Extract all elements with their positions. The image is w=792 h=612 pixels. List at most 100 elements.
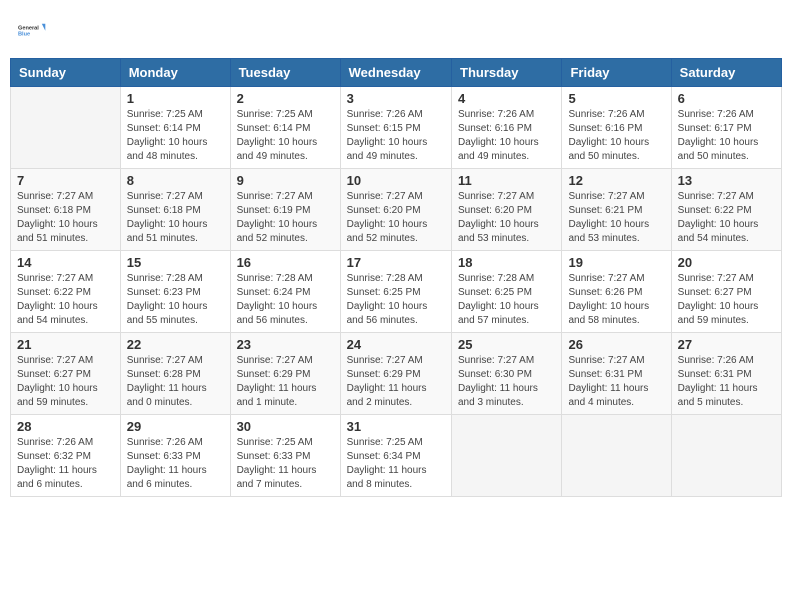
- column-header-monday: Monday: [120, 59, 230, 87]
- day-number: 5: [568, 91, 664, 106]
- column-header-thursday: Thursday: [452, 59, 562, 87]
- calendar-cell: 7Sunrise: 7:27 AM Sunset: 6:18 PM Daylig…: [11, 169, 121, 251]
- calendar-cell: 24 Sunrise: 7:27 AM Sunset: 6:29 PM Dayli…: [340, 333, 451, 415]
- day-number: 10: [347, 173, 445, 188]
- day-info: Sunrise: 7:27 AM Sunset: 6:19 PM Dayligh…: [237, 190, 334, 246]
- day-number: 26: [568, 337, 664, 352]
- calendar-cell: 13Sunrise: 7:27 AM Sunset: 6:22 PM Dayli…: [671, 169, 781, 251]
- day-number: 11: [458, 173, 555, 188]
- calendar-cell: 25 Sunrise: 7:27 AM Sunset: 6:30 PM Dayli…: [452, 333, 562, 415]
- day-number: 24: [347, 337, 445, 352]
- day-number: 31: [347, 419, 445, 434]
- day-info: Sunrise: 7:27 AM Sunset: 6:28 PM Dayligh…: [127, 354, 224, 410]
- day-info: Sunrise: 7:28 AM Sunset: 6:24 PM Dayligh…: [237, 272, 334, 328]
- calendar-body: 1Sunrise: 7:25 AM Sunset: 6:14 PM Daylig…: [11, 87, 782, 497]
- day-info: Sunrise: 7:27 AM Sunset: 6:27 PM Dayligh…: [678, 272, 775, 328]
- calendar-cell: 20 Sunrise: 7:27 AM Sunset: 6:27 PM Dayli…: [671, 251, 781, 333]
- day-info: Sunrise: 7:27 AM Sunset: 6:26 PM Dayligh…: [568, 272, 664, 328]
- day-info: Sunrise: 7:25 AM Sunset: 6:14 PM Dayligh…: [127, 108, 224, 164]
- column-header-tuesday: Tuesday: [230, 59, 340, 87]
- day-number: 17: [347, 255, 445, 270]
- day-number: 25: [458, 337, 555, 352]
- calendar-cell: 28Sunrise: 7:26 AM Sunset: 6:32 PM Dayli…: [11, 415, 121, 497]
- day-info: Sunrise: 7:28 AM Sunset: 6:25 PM Dayligh…: [347, 272, 445, 328]
- day-info: Sunrise: 7:26 AM Sunset: 6:16 PM Dayligh…: [568, 108, 664, 164]
- calendar-cell: 12Sunrise: 7:27 AM Sunset: 6:21 PM Dayli…: [562, 169, 671, 251]
- calendar-cell: [671, 415, 781, 497]
- calendar-cell: 31 Sunrise: 7:25 AM Sunset: 6:34 PM Dayli…: [340, 415, 451, 497]
- day-info: Sunrise: 7:27 AM Sunset: 6:22 PM Dayligh…: [17, 272, 114, 328]
- calendar-cell: [11, 87, 121, 169]
- day-number: 19: [568, 255, 664, 270]
- page-header: GeneralBlue: [10, 10, 782, 50]
- day-number: 9: [237, 173, 334, 188]
- day-number: 21: [17, 337, 114, 352]
- week-row-5: 28Sunrise: 7:26 AM Sunset: 6:32 PM Dayli…: [11, 415, 782, 497]
- day-info: Sunrise: 7:26 AM Sunset: 6:32 PM Dayligh…: [17, 436, 114, 492]
- day-info: Sunrise: 7:26 AM Sunset: 6:16 PM Dayligh…: [458, 108, 555, 164]
- day-info: Sunrise: 7:26 AM Sunset: 6:33 PM Dayligh…: [127, 436, 224, 492]
- calendar-cell: 30 Sunrise: 7:25 AM Sunset: 6:33 PM Dayli…: [230, 415, 340, 497]
- day-number: 4: [458, 91, 555, 106]
- calendar-cell: 29Sunrise: 7:26 AM Sunset: 6:33 PM Dayli…: [120, 415, 230, 497]
- day-info: Sunrise: 7:27 AM Sunset: 6:31 PM Dayligh…: [568, 354, 664, 410]
- week-row-3: 14Sunrise: 7:27 AM Sunset: 6:22 PM Dayli…: [11, 251, 782, 333]
- calendar-cell: 14Sunrise: 7:27 AM Sunset: 6:22 PM Dayli…: [11, 251, 121, 333]
- svg-text:Blue: Blue: [18, 31, 30, 37]
- day-info: Sunrise: 7:27 AM Sunset: 6:27 PM Dayligh…: [17, 354, 114, 410]
- calendar-cell: [562, 415, 671, 497]
- calendar-cell: 9 Sunrise: 7:27 AM Sunset: 6:19 PM Daylig…: [230, 169, 340, 251]
- day-number: 6: [678, 91, 775, 106]
- column-header-wednesday: Wednesday: [340, 59, 451, 87]
- calendar-cell: 6Sunrise: 7:26 AM Sunset: 6:17 PM Daylig…: [671, 87, 781, 169]
- week-row-1: 1Sunrise: 7:25 AM Sunset: 6:14 PM Daylig…: [11, 87, 782, 169]
- day-info: Sunrise: 7:28 AM Sunset: 6:25 PM Dayligh…: [458, 272, 555, 328]
- svg-text:General: General: [18, 25, 39, 31]
- calendar-cell: [452, 415, 562, 497]
- calendar-cell: 22 Sunrise: 7:27 AM Sunset: 6:28 PM Dayli…: [120, 333, 230, 415]
- day-info: Sunrise: 7:28 AM Sunset: 6:23 PM Dayligh…: [127, 272, 224, 328]
- day-number: 30: [237, 419, 334, 434]
- day-number: 3: [347, 91, 445, 106]
- calendar-cell: 11 Sunrise: 7:27 AM Sunset: 6:20 PM Dayli…: [452, 169, 562, 251]
- day-info: Sunrise: 7:27 AM Sunset: 6:21 PM Dayligh…: [568, 190, 664, 246]
- column-header-saturday: Saturday: [671, 59, 781, 87]
- week-row-2: 7Sunrise: 7:27 AM Sunset: 6:18 PM Daylig…: [11, 169, 782, 251]
- calendar-cell: 2Sunrise: 7:25 AM Sunset: 6:14 PM Daylig…: [230, 87, 340, 169]
- day-info: Sunrise: 7:27 AM Sunset: 6:20 PM Dayligh…: [458, 190, 555, 246]
- day-number: 18: [458, 255, 555, 270]
- day-number: 27: [678, 337, 775, 352]
- day-number: 22: [127, 337, 224, 352]
- calendar-cell: 10 Sunrise: 7:27 AM Sunset: 6:20 PM Dayli…: [340, 169, 451, 251]
- day-number: 7: [17, 173, 114, 188]
- calendar-table: SundayMondayTuesdayWednesdayThursdayFrid…: [10, 58, 782, 497]
- day-number: 8: [127, 173, 224, 188]
- column-header-sunday: Sunday: [11, 59, 121, 87]
- day-info: Sunrise: 7:25 AM Sunset: 6:14 PM Dayligh…: [237, 108, 334, 164]
- logo-icon: GeneralBlue: [18, 16, 46, 44]
- calendar-cell: 15 Sunrise: 7:28 AM Sunset: 6:23 PM Dayli…: [120, 251, 230, 333]
- day-number: 15: [127, 255, 224, 270]
- day-info: Sunrise: 7:27 AM Sunset: 6:20 PM Dayligh…: [347, 190, 445, 246]
- day-info: Sunrise: 7:27 AM Sunset: 6:29 PM Dayligh…: [237, 354, 334, 410]
- column-header-friday: Friday: [562, 59, 671, 87]
- day-number: 16: [237, 255, 334, 270]
- calendar-cell: 16 Sunrise: 7:28 AM Sunset: 6:24 PM Dayli…: [230, 251, 340, 333]
- day-info: Sunrise: 7:27 AM Sunset: 6:30 PM Dayligh…: [458, 354, 555, 410]
- day-number: 20: [678, 255, 775, 270]
- day-info: Sunrise: 7:26 AM Sunset: 6:31 PM Dayligh…: [678, 354, 775, 410]
- week-row-4: 21 Sunrise: 7:27 AM Sunset: 6:27 PM Dayli…: [11, 333, 782, 415]
- day-info: Sunrise: 7:27 AM Sunset: 6:22 PM Dayligh…: [678, 190, 775, 246]
- day-info: Sunrise: 7:25 AM Sunset: 6:34 PM Dayligh…: [347, 436, 445, 492]
- calendar-cell: 23Sunrise: 7:27 AM Sunset: 6:29 PM Dayli…: [230, 333, 340, 415]
- calendar-cell: 19 Sunrise: 7:27 AM Sunset: 6:26 PM Dayli…: [562, 251, 671, 333]
- day-info: Sunrise: 7:26 AM Sunset: 6:15 PM Dayligh…: [347, 108, 445, 164]
- calendar-cell: 8Sunrise: 7:27 AM Sunset: 6:18 PM Daylig…: [120, 169, 230, 251]
- calendar-cell: 27 Sunrise: 7:26 AM Sunset: 6:31 PM Dayli…: [671, 333, 781, 415]
- day-info: Sunrise: 7:25 AM Sunset: 6:33 PM Dayligh…: [237, 436, 334, 492]
- calendar-cell: 21 Sunrise: 7:27 AM Sunset: 6:27 PM Dayli…: [11, 333, 121, 415]
- calendar-cell: 4 Sunrise: 7:26 AM Sunset: 6:16 PM Daylig…: [452, 87, 562, 169]
- calendar-header-row: SundayMondayTuesdayWednesdayThursdayFrid…: [11, 59, 782, 87]
- calendar-cell: 26 Sunrise: 7:27 AM Sunset: 6:31 PM Dayli…: [562, 333, 671, 415]
- day-info: Sunrise: 7:27 AM Sunset: 6:29 PM Dayligh…: [347, 354, 445, 410]
